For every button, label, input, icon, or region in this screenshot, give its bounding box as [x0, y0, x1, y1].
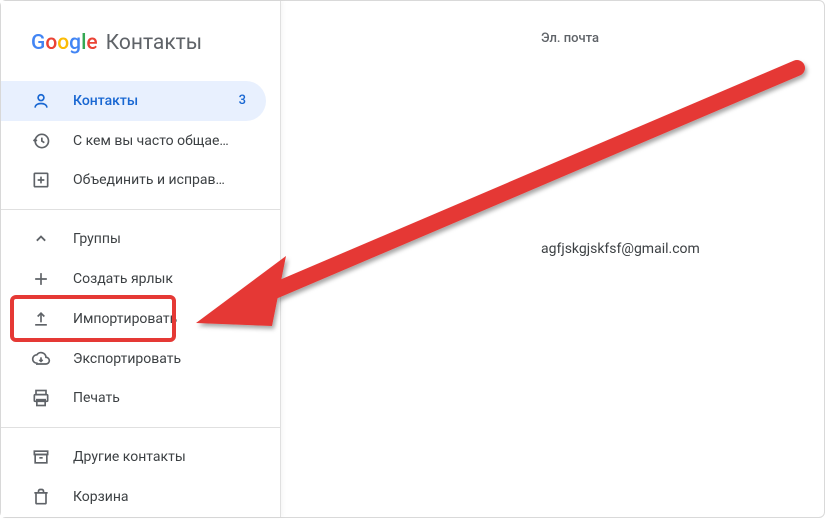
sidebar-item-label: Корзина — [73, 489, 246, 505]
sidebar-item-label: Создать ярлык — [73, 271, 246, 287]
sidebar-item-other-contacts[interactable]: Другие контакты — [1, 437, 266, 477]
contacts-count: 3 — [239, 93, 246, 108]
sidebar-item-label: Другие контакты — [73, 449, 246, 465]
sidebar-item-trash[interactable]: Корзина — [1, 477, 266, 517]
sidebar: Google Контакты Контакты 3 С кем вы част… — [1, 1, 281, 517]
archive-icon — [31, 447, 51, 467]
sidebar-item-groups[interactable]: Группы — [1, 219, 266, 259]
brand: Google Контакты — [1, 19, 280, 81]
merge-icon — [31, 170, 51, 190]
column-header-email: Эл. почта — [321, 31, 784, 46]
divider — [1, 427, 280, 428]
sidebar-item-label: Экспортировать — [73, 351, 246, 367]
google-logo: Google — [31, 31, 98, 55]
person-icon — [31, 91, 51, 111]
sidebar-item-export[interactable]: Экспортировать — [1, 339, 266, 379]
main-content: Эл. почта agfjskgjskfsf@gmail.com — [281, 1, 824, 517]
sidebar-item-label: Контакты — [73, 93, 239, 109]
print-icon — [31, 388, 51, 408]
trash-icon — [31, 487, 51, 507]
sidebar-item-label: Импортировать — [73, 311, 246, 327]
sidebar-item-label: Группы — [73, 231, 246, 247]
history-icon — [31, 131, 51, 151]
plus-icon — [31, 269, 51, 289]
contact-email: agfjskgjskfsf@gmail.com — [321, 241, 784, 257]
upload-icon — [31, 309, 51, 329]
divider — [1, 209, 280, 210]
cloud-download-icon — [31, 349, 51, 369]
chevron-up-icon — [31, 229, 51, 249]
sidebar-item-contacts[interactable]: Контакты 3 — [1, 81, 266, 121]
sidebar-item-create-label[interactable]: Создать ярлык — [1, 259, 266, 299]
sidebar-item-import[interactable]: Импортировать — [1, 299, 266, 339]
sidebar-item-merge-fix[interactable]: Объединить и исправ… — [1, 161, 266, 201]
sidebar-item-label: Объединить и исправ… — [73, 172, 246, 188]
sidebar-item-label: Печать — [73, 390, 246, 406]
sidebar-item-frequent[interactable]: С кем вы часто общае… — [1, 121, 266, 161]
app-title: Контакты — [106, 31, 202, 55]
sidebar-item-label: С кем вы часто общае… — [73, 133, 246, 149]
sidebar-item-print[interactable]: Печать — [1, 379, 266, 419]
